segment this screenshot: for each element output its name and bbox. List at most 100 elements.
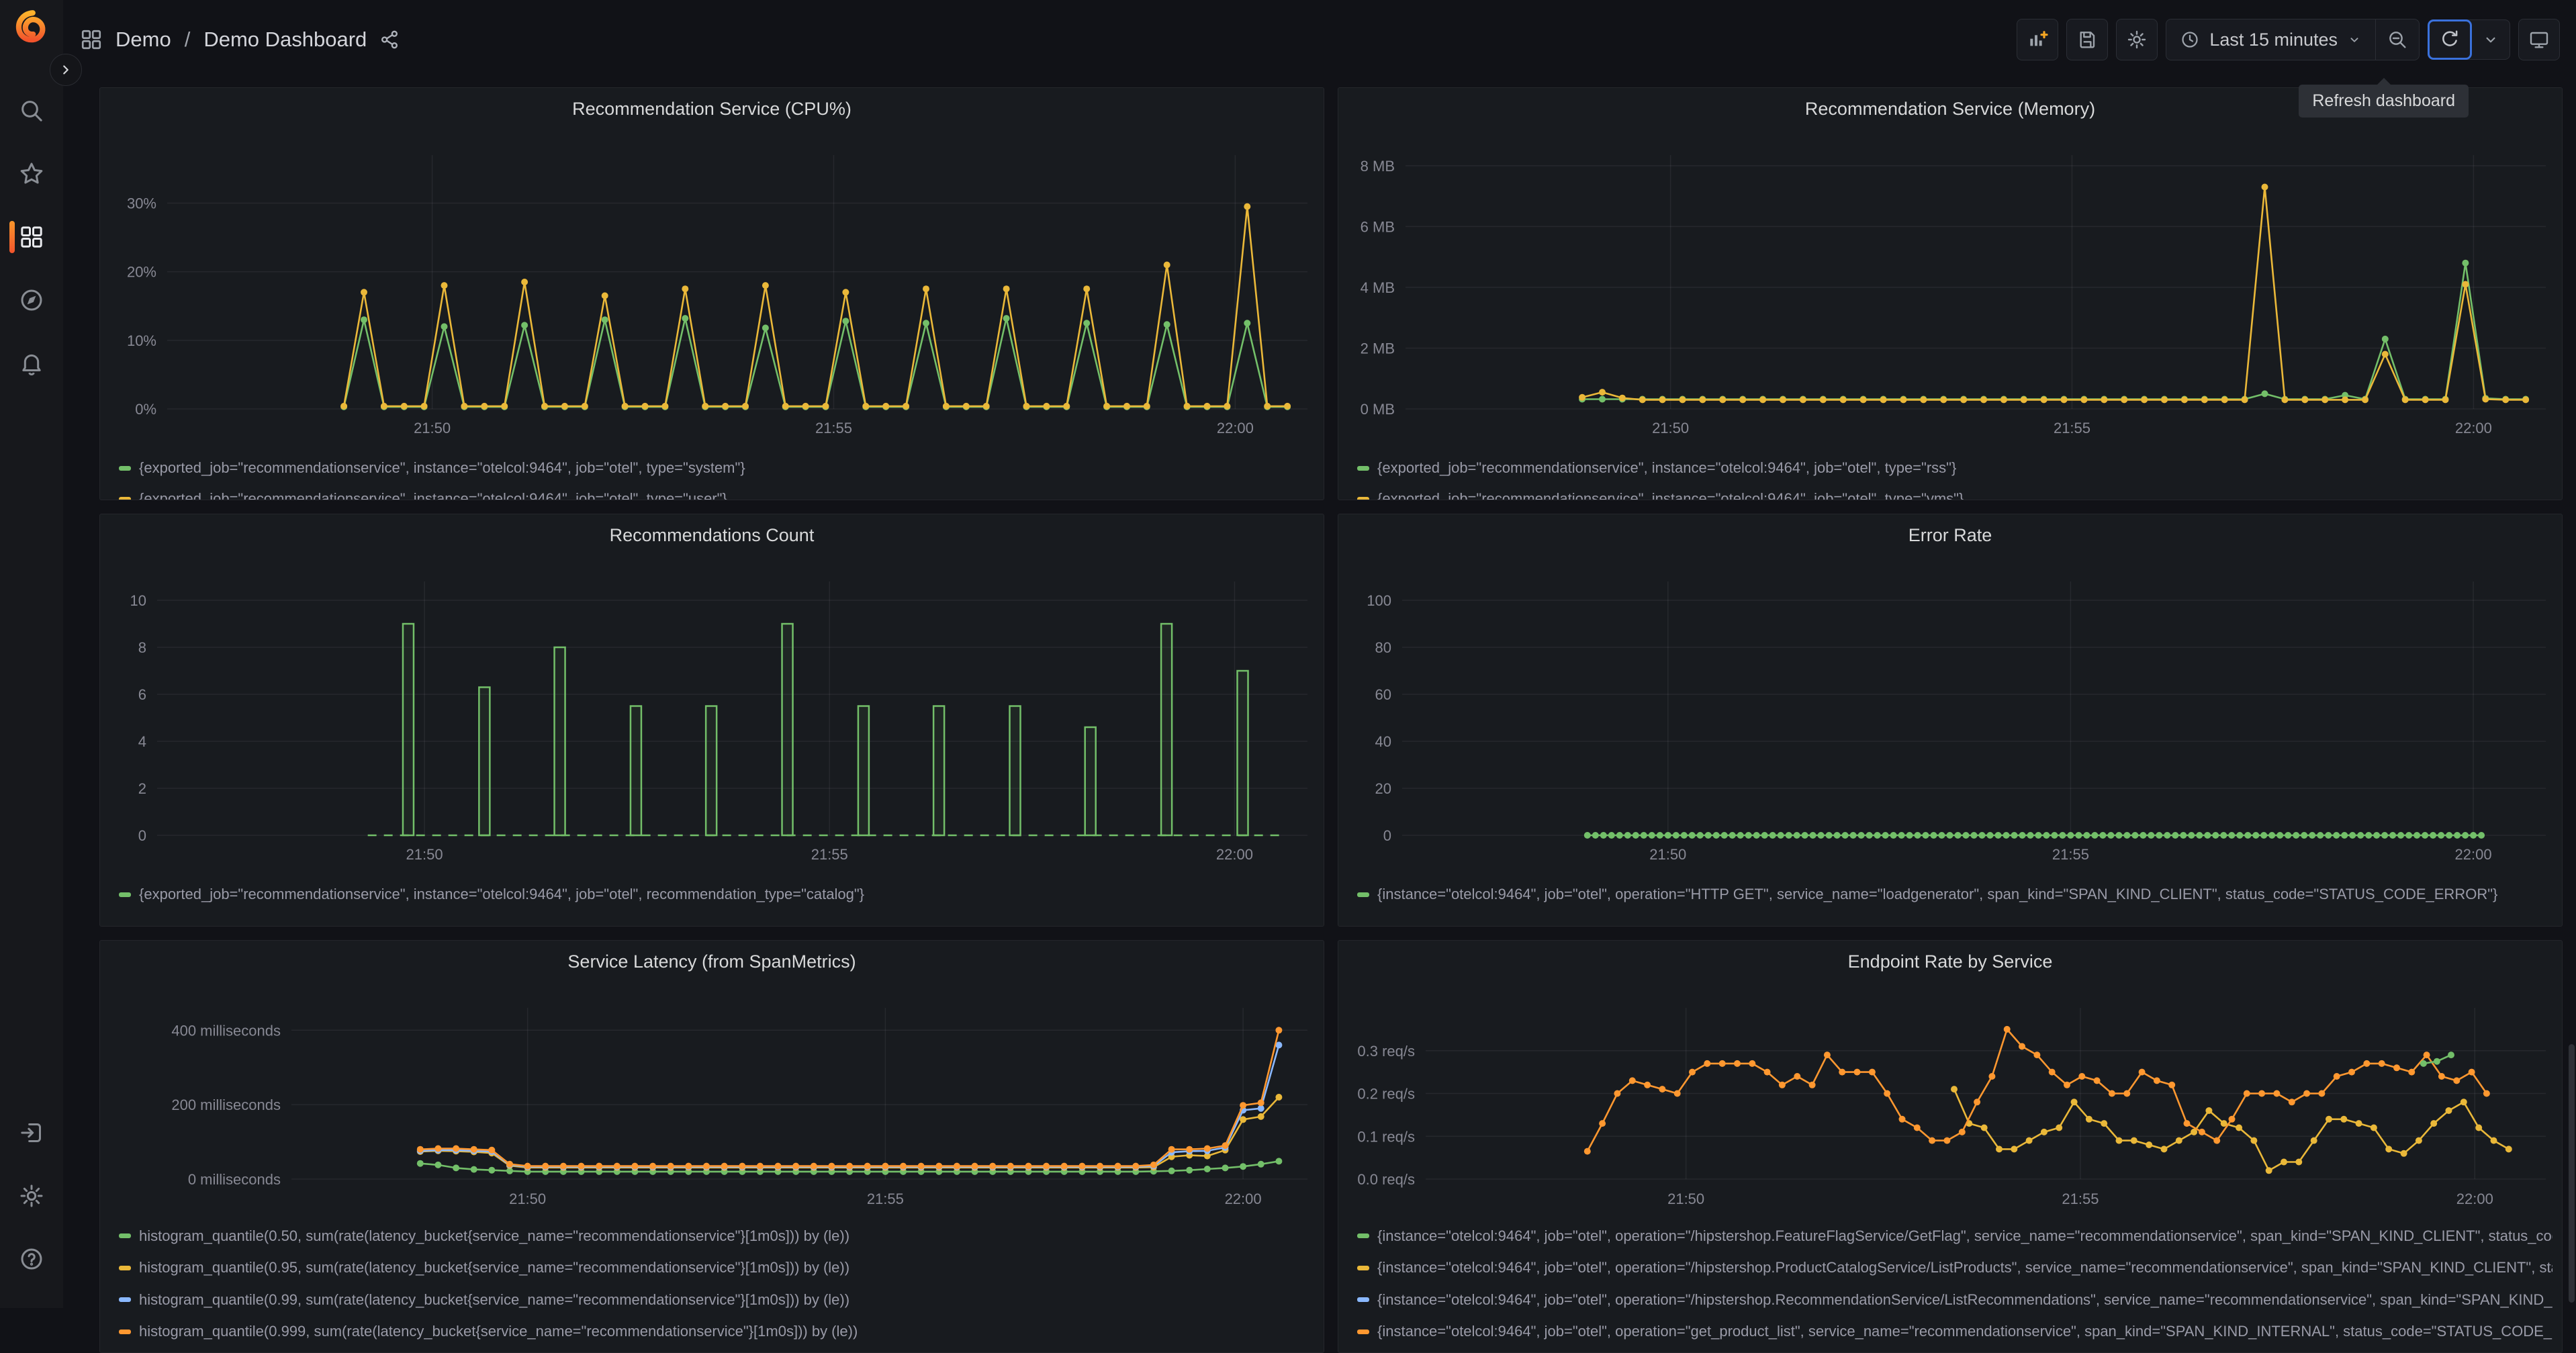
legend-swatch — [119, 1297, 131, 1303]
breadcrumb: Demo / Demo Dashboard — [79, 28, 400, 52]
legend-item[interactable]: {exported_job="recommendationservice", i… — [1357, 483, 2552, 500]
legend-label: histogram_quantile(0.95, sum(rate(latenc… — [139, 1259, 850, 1276]
time-range-picker[interactable]: Last 15 minutes — [2166, 19, 2375, 60]
sidebar-item-dashboards[interactable] — [0, 205, 63, 269]
panel-recommendation-service-memory: Recommendation Service (Memory) 0 MB 2 MB… — [1338, 87, 2563, 500]
panel-recommendation-service-cpu: Recommendation Service (CPU%) 0% 10% 20% 30… — [99, 87, 1324, 500]
grafana-logo[interactable] — [12, 8, 51, 47]
legend-label: {instance="otelcol:9464", job="otel", op… — [1377, 886, 2498, 902]
refresh-interval-button[interactable] — [2472, 20, 2510, 59]
sidebar-item-configuration[interactable] — [0, 1164, 63, 1227]
legend-item[interactable]: {instance="otelcol:9464", job="otel", op… — [1357, 879, 2552, 910]
legend-swatch — [119, 465, 131, 471]
legend-item[interactable]: {exported_job="recommendationservice", i… — [119, 453, 1314, 483]
svg-text:100: 100 — [1367, 592, 1391, 609]
save-dashboard-button[interactable] — [2066, 19, 2109, 60]
svg-text:22:00: 22:00 — [1216, 846, 1253, 863]
dashboard-settings-button[interactable] — [2116, 19, 2158, 60]
svg-text:22:00: 22:00 — [2455, 846, 2492, 863]
caret-down-icon — [2486, 37, 2495, 43]
legend-item[interactable]: {instance="otelcol:9464", job="otel", op… — [1357, 1284, 2552, 1316]
svg-text:21:55: 21:55 — [2054, 420, 2090, 436]
toolbar: Last 15 minutes — [2017, 19, 2560, 60]
panel-title[interactable]: Endpoint Rate by Service — [1338, 951, 2562, 972]
breadcrumb-separator: / — [184, 28, 191, 51]
legend-swatch — [1357, 1233, 1369, 1239]
chart-legend: {instance="otelcol:9464", job="otel", op… — [1357, 1220, 2552, 1348]
legend-item[interactable]: histogram_quantile(0.50, sum(rate(latenc… — [119, 1220, 1314, 1252]
chart-legend: {instance="otelcol:9464", job="otel", op… — [1357, 879, 2552, 910]
refresh-group — [2428, 19, 2510, 60]
sidebar-expand-button[interactable] — [50, 54, 82, 86]
panel-title[interactable]: Recommendation Service (CPU%) — [100, 99, 1324, 120]
chevron-right-icon — [63, 65, 68, 75]
sidebar-item-sign-in[interactable] — [0, 1101, 63, 1164]
legend-item[interactable]: {exported_job="recommendationservice", i… — [1357, 453, 2552, 483]
legend-item[interactable]: {instance="otelcol:9464", job="otel", op… — [1357, 1316, 2552, 1348]
share-icon[interactable] — [379, 29, 400, 50]
scrollbar-thumb[interactable] — [2569, 1044, 2575, 1303]
sidebar-item-explore[interactable] — [0, 269, 63, 332]
svg-text:21:50: 21:50 — [1667, 1191, 1704, 1207]
chart-legend: {exported_job="recommendationservice", i… — [119, 453, 1314, 500]
legend-label: {instance="otelcol:9464", job="otel", op… — [1377, 1259, 2552, 1276]
legend-item[interactable]: histogram_quantile(0.999, sum(rate(laten… — [119, 1316, 1314, 1348]
cycle-view-mode-button[interactable] — [2518, 19, 2560, 60]
legend-label: {instance="otelcol:9464", job="otel", op… — [1377, 1291, 2552, 1308]
chart-legend: {exported_job="recommendationservice", i… — [119, 879, 1314, 910]
breadcrumb-dashboard-title[interactable]: Demo Dashboard — [203, 28, 367, 52]
time-range-label: Last 15 minutes — [2209, 29, 2338, 50]
svg-text:2: 2 — [138, 780, 146, 797]
sidebar-item-starred[interactable] — [0, 142, 63, 205]
zoom-out-icon — [2389, 32, 2406, 48]
svg-text:2 MB: 2 MB — [1361, 340, 1395, 357]
legend-label: histogram_quantile(0.999, sum(rate(laten… — [139, 1323, 858, 1340]
tooltip: Refresh dashboard — [2299, 78, 2469, 118]
sidebar-item-search[interactable] — [0, 79, 63, 142]
legend-item[interactable]: {instance="otelcol:9464", job="otel", op… — [1357, 1220, 2552, 1252]
breadcrumb-folder[interactable]: Demo — [116, 28, 171, 52]
settings-gear-icon — [20, 1184, 43, 1207]
time-series-chart[interactable]: 0 20 40 60 80 100 21:50 21:55 22:00 — [1338, 514, 2562, 926]
svg-text:0%: 0% — [135, 401, 156, 418]
legend-item[interactable]: {exported_job="recommendationservice", i… — [119, 483, 1314, 500]
add-panel-button[interactable] — [2017, 19, 2059, 60]
legend-swatch — [119, 892, 131, 897]
legend-item[interactable]: {exported_job="recommendationservice", i… — [119, 879, 1314, 910]
svg-text:6 MB: 6 MB — [1361, 218, 1395, 235]
zoom-out-button[interactable] — [2376, 19, 2419, 60]
svg-text:21:55: 21:55 — [867, 1191, 904, 1207]
svg-text:21:55: 21:55 — [2062, 1191, 2099, 1207]
sidebar — [0, 0, 82, 1308]
bar-chart[interactable]: 0 2 4 6 8 10 21:50 21:55 22:00 — [100, 514, 1324, 926]
panel-title[interactable]: Recommendations Count — [100, 525, 1324, 546]
time-series-chart[interactable]: 0 MB 2 MB 4 MB 6 MB 8 MB 21:50 21:55 22:00 — [1338, 88, 2562, 500]
legend-label: {exported_job="recommendationservice", i… — [139, 886, 865, 902]
help-icon — [21, 1248, 42, 1270]
refresh-dashboard-button[interactable] — [2428, 19, 2472, 60]
alerting-bell-icon — [22, 354, 41, 376]
legend-label: histogram_quantile(0.50, sum(rate(latenc… — [139, 1227, 850, 1244]
legend-item[interactable]: histogram_quantile(0.99, sum(rate(latenc… — [119, 1284, 1314, 1316]
time-range-group: Last 15 minutes — [2166, 19, 2420, 60]
panel-error-rate: Error Rate 0 20 40 60 80 100 21:50 21:55 22:00 {… — [1338, 514, 2563, 927]
svg-text:40: 40 — [1375, 733, 1391, 750]
time-series-chart[interactable]: 0% 10% 20% 30% 21:50 21:55 22:00 — [100, 88, 1324, 500]
save-icon — [2080, 32, 2095, 48]
panel-title[interactable]: Service Latency (from SpanMetrics) — [100, 951, 1324, 972]
legend-label: histogram_quantile(0.99, sum(rate(latenc… — [139, 1291, 850, 1308]
svg-text:20%: 20% — [127, 264, 156, 281]
sidebar-item-help[interactable] — [0, 1227, 63, 1291]
svg-text:400 milliseconds: 400 milliseconds — [171, 1022, 281, 1039]
legend-item[interactable]: {instance="otelcol:9464", job="otel", op… — [1357, 1252, 2552, 1285]
legend-item[interactable]: histogram_quantile(0.95, sum(rate(latenc… — [119, 1252, 1314, 1285]
panel-endpoint-rate-by-service: Endpoint Rate by Service 0.0 req/s 0.1 re… — [1338, 940, 2563, 1353]
header: Demo / Demo Dashboard Last 15 minutes Re… — [63, 0, 2576, 118]
sidebar-item-alerting[interactable] — [0, 332, 63, 395]
caret-down-icon — [2350, 38, 2358, 42]
legend-label: {exported_job="recommendationservice", i… — [1377, 459, 1957, 476]
svg-text:80: 80 — [1375, 639, 1391, 656]
panel-title[interactable]: Error Rate — [1338, 525, 2562, 546]
star-icon — [20, 162, 43, 184]
legend-swatch — [119, 1233, 131, 1239]
